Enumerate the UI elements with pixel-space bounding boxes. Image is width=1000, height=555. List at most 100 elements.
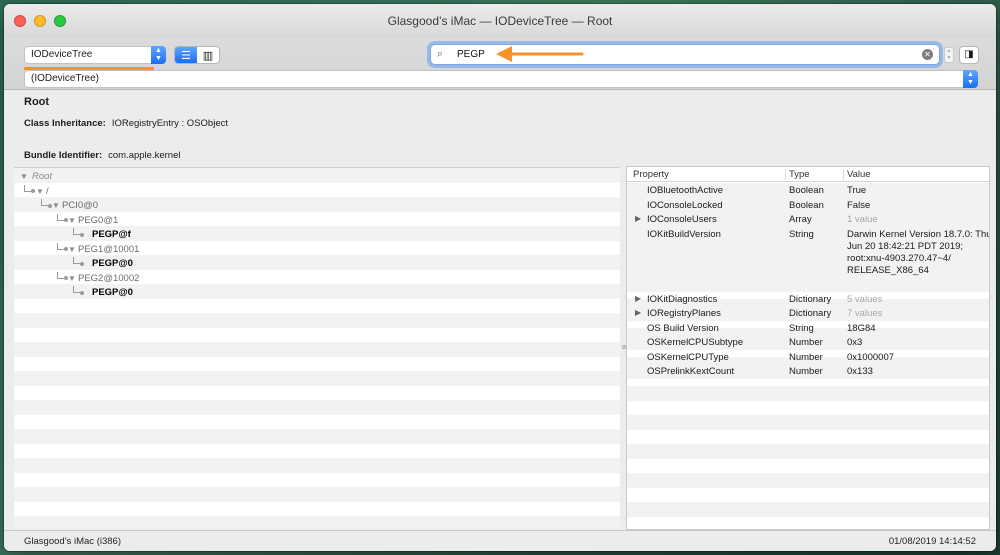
disclosure-triangle-icon[interactable]: ▼ [68, 272, 76, 287]
property-value: 0x3 [847, 337, 863, 348]
tree-row-root[interactable]: ▼ Root [14, 170, 620, 185]
tree-row-label: PEG0@1 [78, 214, 119, 226]
row-stripe [14, 414, 620, 429]
tree-connector [73, 257, 84, 266]
property-name: OSKernelCPUSubtype [647, 337, 744, 348]
row-stripe [627, 516, 989, 529]
property-type: Dictionary [789, 308, 832, 319]
tree-row-pci0[interactable]: ▼ PCI0@0 [14, 199, 620, 214]
row-stripe [627, 502, 989, 517]
row-stripe [14, 327, 620, 342]
property-row[interactable]: ▶ IOConsoleUsers Array 1 value [627, 212, 989, 227]
row-stripe [627, 458, 989, 473]
class-inheritance-label: Class Inheritance: [24, 118, 106, 129]
property-type: Number [789, 366, 823, 377]
property-type: Boolean [789, 185, 824, 196]
tree-connector [73, 286, 84, 295]
disclosure-triangle-icon[interactable]: ▶ [635, 308, 641, 317]
tree-row-pegp-0-b[interactable]: PEGP@0 [14, 286, 620, 301]
class-inheritance-row: Class Inheritance: IORegistryEntry : OSOb… [24, 118, 228, 129]
row-stripe [627, 473, 989, 488]
list-view-icon[interactable]: ☰ [175, 47, 197, 63]
inspector-toggle-button[interactable]: ◨ [959, 46, 979, 64]
tree-row-label: PEG1@10001 [78, 243, 140, 255]
property-row[interactable]: OSKernelCPUSubtype Number 0x3 [627, 335, 989, 350]
tree-connector [57, 242, 68, 251]
property-row[interactable]: OS Build Version String 18G84 [627, 321, 989, 336]
disclosure-triangle-icon[interactable]: ▼ [36, 185, 44, 200]
registry-tree[interactable]: ▼ Root ▼ / ▼ PCI0@0 ▼ PEG0@1 PEGP@f ▼ PE… [14, 167, 620, 529]
tree-row-peg0[interactable]: ▼ PEG0@1 [14, 213, 620, 229]
column-header-type[interactable]: Type [789, 169, 810, 180]
chevron-updown-icon: ▲ ▼ [151, 46, 166, 64]
tree-row-slash[interactable]: ▼ / [14, 184, 620, 200]
tree-row-label: PEGP@0 [92, 258, 133, 269]
status-machine: Glasgood’s iMac (i386) [24, 536, 121, 547]
property-row[interactable]: IOConsoleLocked Boolean False [627, 197, 989, 212]
column-header-property[interactable]: Property [633, 169, 669, 180]
property-value: 7 values [847, 308, 883, 319]
column-header-value[interactable]: Value [847, 169, 871, 180]
clear-search-icon[interactable]: ✕ [922, 49, 933, 60]
property-type: Number [789, 337, 823, 348]
search-input[interactable]: PEGP [457, 49, 485, 60]
tree-row-label: PCI0@0 [62, 200, 99, 211]
row-stripe [14, 429, 620, 444]
property-row[interactable]: OSKernelCPUType Number 0x1000007 [627, 350, 989, 365]
tree-row-pegp-0-a[interactable]: PEGP@0 [14, 257, 620, 272]
row-stripe [14, 385, 620, 400]
row-stripe [627, 487, 989, 502]
column-view-icon[interactable]: ▥ [197, 47, 219, 63]
row-stripe [14, 458, 620, 473]
disclosure-triangle-icon[interactable]: ▶ [635, 294, 641, 303]
property-type: Dictionary [789, 293, 832, 305]
disclosure-triangle-icon[interactable]: ▼ [52, 199, 60, 214]
property-name: IOKitDiagnostics [647, 293, 718, 305]
property-value: 18G84 [847, 322, 876, 334]
status-datetime: 01/08/2019 14:14:52 [888, 536, 976, 547]
row-stripe [14, 342, 620, 357]
column-divider[interactable] [843, 169, 844, 180]
title-bar: Glasgood’s iMac — IODeviceTree — Root [4, 4, 996, 38]
row-stripe [627, 386, 989, 401]
property-value: False [847, 199, 871, 211]
status-bar: Glasgood’s iMac (i386) 01/08/2019 14:14:… [4, 530, 996, 551]
disclosure-triangle-icon[interactable]: ▶ [635, 214, 641, 223]
bundle-identifier-row: Bundle Identifier: com.apple.kernel [24, 150, 180, 161]
properties-table[interactable]: Property Type Value IOBluetoothActive Boo… [626, 166, 990, 530]
tree-row-peg2[interactable]: ▼ PEG2@10002 [14, 271, 620, 287]
plane-select[interactable]: IODeviceTree ▲ ▼ [24, 46, 166, 64]
row-stripe [14, 298, 620, 313]
search-stepper[interactable]: ▴ ▾ [944, 47, 954, 63]
plane-select-value: IODeviceTree [31, 49, 93, 60]
chevron-updown-icon: ▲ ▼ [963, 70, 978, 88]
disclosure-triangle-icon[interactable]: ▼ [68, 214, 76, 229]
tree-row-label: PEGP@f [92, 229, 131, 240]
window-title: Glasgood’s iMac — IODeviceTree — Root [387, 14, 613, 28]
disclosure-triangle-icon[interactable]: ▼ [68, 243, 76, 258]
bundle-identifier-value: com.apple.kernel [108, 150, 181, 161]
properties-header: Property Type Value [627, 167, 989, 182]
tree-row-peg1[interactable]: ▼ PEG1@10001 [14, 242, 620, 258]
tree-connector [73, 228, 84, 237]
property-value: 0x1000007 [847, 351, 895, 363]
property-name: IOConsoleLocked [647, 199, 723, 211]
property-row[interactable]: IOKitBuildVersion String Darwin Kernel Ver… [627, 226, 990, 292]
property-type: Number [789, 351, 823, 363]
property-row[interactable]: OSPrelinkKextCount Number 0x133 [627, 364, 989, 379]
tree-row-pegp-f[interactable]: PEGP@f [14, 228, 620, 243]
property-row[interactable]: ▶ IOKitDiagnostics Dictionary 5 values [627, 292, 989, 307]
path-select[interactable]: (IODeviceTree) ▲ ▼ [24, 70, 978, 88]
toolbar: IODeviceTree ▲ ▼ ☰ ▥ ⌕ PEGP ✕ ▴ ▾ ◨ (IODev… [4, 38, 996, 90]
column-divider[interactable] [785, 169, 786, 180]
row-stripe [627, 444, 989, 459]
property-row[interactable]: IOBluetoothActive Boolean True [627, 183, 989, 198]
bundle-identifier-label: Bundle Identifier: [24, 150, 103, 161]
property-row[interactable]: ▶ IORegistryPlanes Dictionary 7 values [627, 306, 989, 321]
view-mode-control: ☰ ▥ [174, 46, 220, 64]
property-name: IOKitBuildVersion [647, 228, 721, 240]
property-name: OSKernelCPUType [647, 351, 729, 363]
property-value: Darwin Kernel Version 18.7.0: Thu Jun 20… [847, 228, 990, 277]
row-stripe [14, 400, 620, 415]
disclosure-triangle-icon[interactable]: ▼ [20, 170, 28, 185]
